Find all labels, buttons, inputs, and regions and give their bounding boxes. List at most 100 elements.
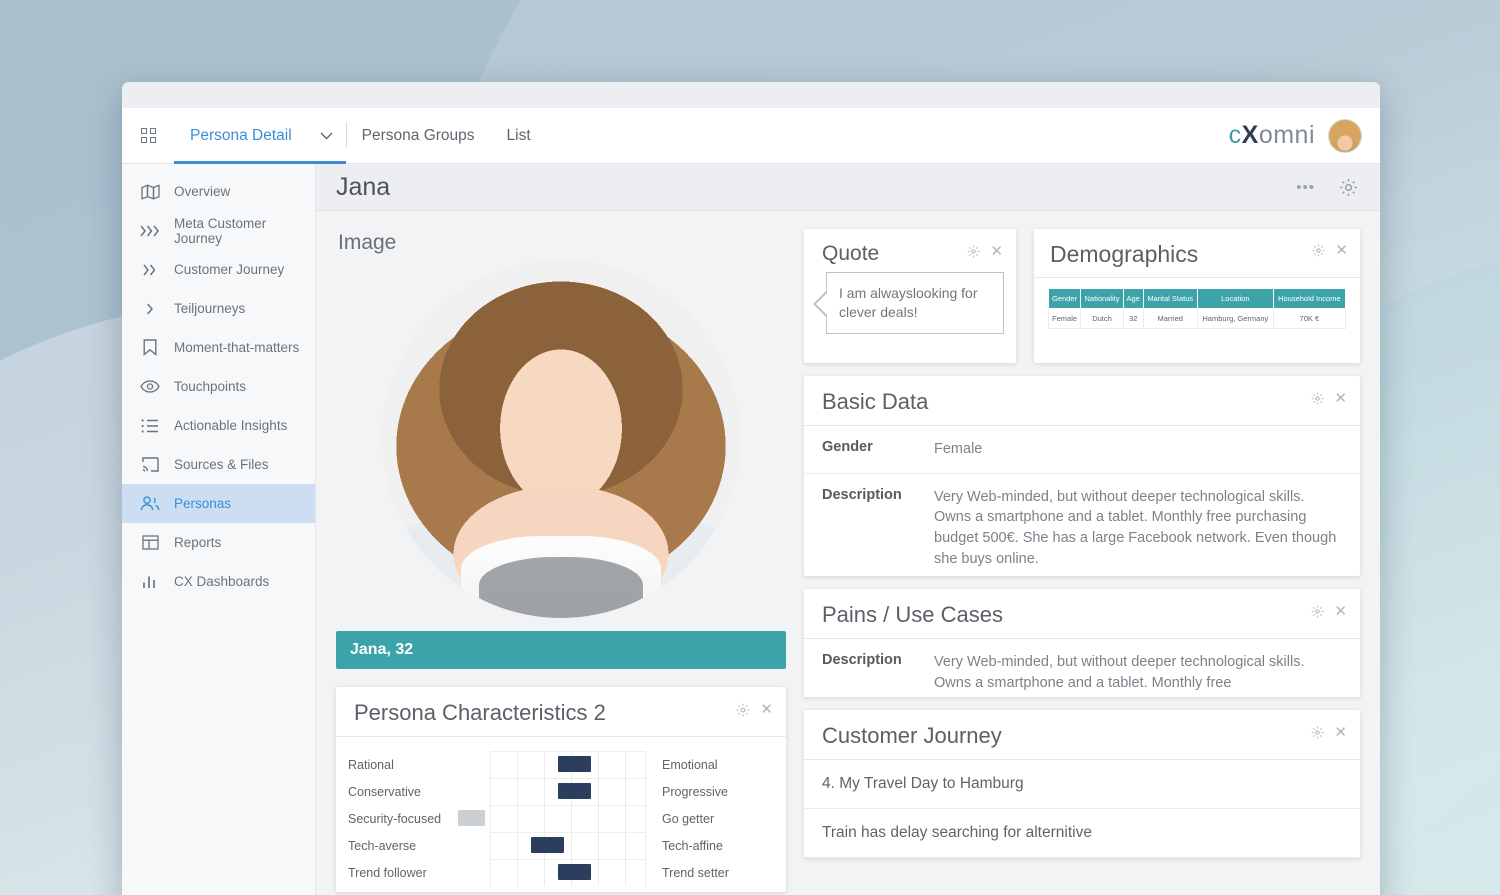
nav-right-group: cXomni bbox=[1228, 118, 1380, 153]
demographics-card: Demographics ✕ Gender Nationality Age Ma… bbox=[1034, 229, 1360, 363]
demographics-table-wrap: Gender Nationality Age Marital Status Lo… bbox=[1034, 278, 1360, 330]
sidebar-item-label: Sources & Files bbox=[174, 457, 269, 472]
tab-persona-detail[interactable]: Persona Detail bbox=[174, 108, 308, 164]
pains-use-cases-card: Pains / Use Cases ✕ Description Very Web… bbox=[804, 589, 1360, 697]
journey-list-item[interactable]: 4. My Travel Day to Hamburg bbox=[804, 760, 1360, 810]
close-icon[interactable]: ✕ bbox=[1334, 391, 1347, 406]
app-body: Overview Meta Customer Journey Customer … bbox=[122, 164, 1380, 895]
chart-bar-security-focused[interactable] bbox=[458, 810, 485, 827]
bookmark-icon bbox=[140, 339, 160, 356]
field-value: Female bbox=[934, 441, 983, 458]
customer-journey-card-header: Customer Journey ✕ bbox=[804, 710, 1360, 761]
demographics-title: Demographics bbox=[1050, 241, 1199, 267]
sidebar-item-touchpoints[interactable]: Touchpoints bbox=[122, 367, 315, 406]
user-avatar[interactable] bbox=[1328, 118, 1362, 153]
customer-journey-title: Customer Journey bbox=[822, 723, 1002, 748]
right-column: Quote ✕ I am alwayslooking for clever de… bbox=[804, 229, 1360, 895]
tab-persona-groups[interactable]: Persona Groups bbox=[346, 108, 491, 164]
column-header: Gender bbox=[1047, 288, 1082, 310]
sidebar-item-moment-that-matters[interactable]: Moment-that-matters bbox=[122, 328, 315, 367]
people-icon bbox=[140, 496, 160, 511]
demographics-card-icons: ✕ bbox=[1312, 241, 1348, 258]
chart-left-label: Trend follower bbox=[348, 865, 427, 880]
table-header-row: Gender Nationality Age Marital Status Lo… bbox=[1047, 288, 1347, 310]
close-icon[interactable]: ✕ bbox=[1334, 725, 1347, 740]
pains-card-header: Pains / Use Cases ✕ bbox=[804, 589, 1360, 640]
table-cell: Married bbox=[1142, 308, 1198, 330]
sidebar-item-teiljourneys[interactable]: Teiljourneys bbox=[122, 289, 315, 328]
close-icon[interactable]: ✕ bbox=[1335, 243, 1348, 258]
logo-x: X bbox=[1241, 121, 1259, 149]
sidebar-item-meta-customer-journey[interactable]: Meta Customer Journey bbox=[122, 211, 315, 250]
close-icon[interactable]: ✕ bbox=[990, 244, 1003, 259]
sidebar-item-label: Teiljourneys bbox=[174, 301, 246, 316]
close-icon[interactable]: ✕ bbox=[760, 702, 773, 717]
sidebar-item-customer-journey[interactable]: Customer Journey bbox=[122, 250, 315, 289]
quote-card-header: Quote ✕ bbox=[804, 229, 1016, 270]
sidebar-item-label: Overview bbox=[174, 184, 231, 199]
eye-icon bbox=[140, 380, 160, 393]
gear-icon[interactable] bbox=[1311, 726, 1324, 739]
sidebar-item-overview[interactable]: Overview bbox=[122, 172, 315, 211]
tab-persona-groups-label: Persona Groups bbox=[361, 126, 475, 144]
demographics-card-header: Demographics ✕ bbox=[1034, 229, 1360, 279]
sidebar-item-sources-and-files[interactable]: Sources & Files bbox=[122, 445, 315, 484]
pains-card-icons: ✕ bbox=[1311, 602, 1347, 619]
field-value: Very Web-minded, but without deeper tech… bbox=[934, 488, 1337, 567]
page-title: Jana bbox=[336, 172, 391, 201]
chart-plot-area bbox=[458, 751, 646, 887]
sidebar-item-actionable-insights[interactable]: Actionable Insights bbox=[122, 406, 315, 445]
list-icon bbox=[140, 418, 160, 433]
chart-bar-tech-averse[interactable] bbox=[531, 837, 564, 854]
sidebar-item-personas[interactable]: Personas bbox=[122, 484, 315, 523]
sidebar-item-label: Meta Customer Journey bbox=[174, 215, 267, 246]
characteristics-chart: Rational Conservative Security-focused T… bbox=[348, 751, 774, 887]
characteristics-chart-body: Rational Conservative Security-focused T… bbox=[336, 737, 786, 892]
left-column: Image Jana, 32 Persona Characteristics 2 bbox=[336, 229, 786, 895]
gear-icon[interactable] bbox=[1339, 178, 1358, 197]
main-content: Jana ••• Image Jana, 32 Persona Characte… bbox=[316, 164, 1380, 895]
characteristics-card-icons: ✕ bbox=[736, 700, 773, 717]
persona-photo bbox=[382, 260, 740, 618]
content-columns: Image Jana, 32 Persona Characteristics 2 bbox=[316, 211, 1380, 895]
gear-icon[interactable] bbox=[1311, 605, 1324, 618]
logo-c: c bbox=[1228, 121, 1242, 149]
sidebar-item-label: Moment-that-matters bbox=[174, 340, 300, 355]
gear-icon[interactable] bbox=[1312, 244, 1325, 257]
table-cell: Dutch bbox=[1080, 308, 1124, 330]
more-options-icon[interactable]: ••• bbox=[1296, 179, 1315, 196]
chart-right-label: Trend setter bbox=[662, 865, 729, 880]
chevron-down-icon[interactable] bbox=[307, 108, 346, 164]
page-header: Jana ••• bbox=[316, 164, 1380, 211]
field-label: Description bbox=[822, 486, 902, 503]
quote-demographics-row: Quote ✕ I am alwayslooking for clever de… bbox=[804, 229, 1360, 363]
sidebar-item-cx-dashboards[interactable]: CX Dashboards bbox=[122, 562, 315, 601]
page-header-actions: ••• bbox=[1296, 178, 1358, 197]
sidebar-item-label: Personas bbox=[174, 496, 232, 511]
customer-journey-card-icons: ✕ bbox=[1311, 723, 1347, 740]
gear-icon[interactable] bbox=[736, 703, 750, 717]
chart-bar-rational[interactable] bbox=[558, 756, 591, 773]
field-value: Very Web-minded, but without deeper tech… bbox=[934, 654, 1305, 691]
chart-left-label: Conservative bbox=[348, 784, 421, 799]
tab-list[interactable]: List bbox=[491, 108, 547, 164]
close-icon[interactable]: ✕ bbox=[1334, 604, 1347, 619]
chart-bar-trend-follower[interactable] bbox=[558, 864, 591, 881]
bar-chart-icon bbox=[140, 575, 160, 589]
chart-right-label: Go getter bbox=[662, 811, 715, 826]
sidebar-item-reports[interactable]: Reports bbox=[122, 523, 315, 562]
demographics-table: Gender Nationality Age Marital Status Lo… bbox=[1047, 288, 1347, 330]
gear-icon[interactable] bbox=[1311, 392, 1324, 405]
chart-left-label: Tech-averse bbox=[348, 838, 417, 853]
gear-icon[interactable] bbox=[967, 245, 980, 258]
tab-persona-detail-label: Persona Detail bbox=[190, 126, 292, 144]
field-label: Gender bbox=[822, 439, 873, 456]
chart-right-label: Progressive bbox=[662, 784, 728, 799]
journey-list-item[interactable]: Train has delay searching for alternitiv… bbox=[804, 809, 1360, 859]
table-cell: Female bbox=[1047, 308, 1082, 330]
grid-menu-icon[interactable] bbox=[122, 128, 174, 143]
basic-data-row-description: Description Very Web-minded, but without… bbox=[804, 474, 1360, 576]
chart-bar-conservative[interactable] bbox=[558, 783, 591, 800]
tab-group: Persona Detail bbox=[174, 108, 347, 164]
basic-data-title: Basic Data bbox=[822, 389, 929, 414]
